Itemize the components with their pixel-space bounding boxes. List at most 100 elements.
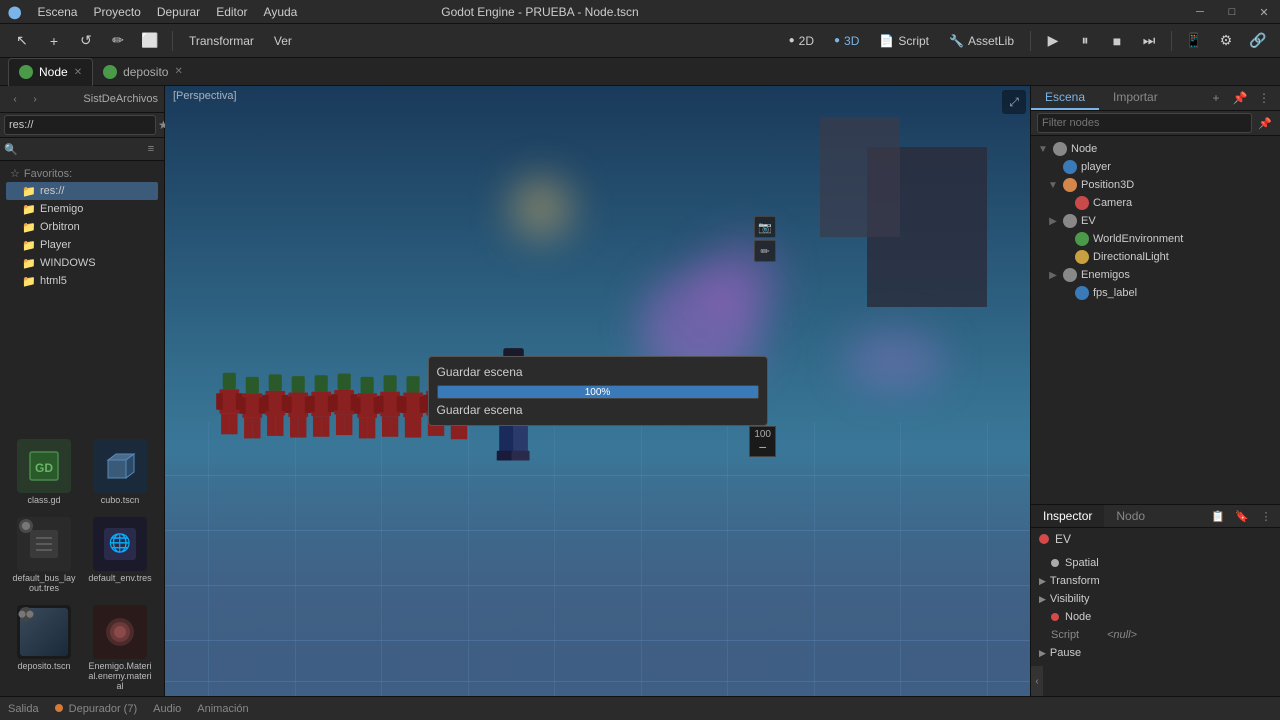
filter-pin-btn[interactable]: 📌 xyxy=(1256,114,1274,132)
mode-3d-icon: ● xyxy=(834,35,840,46)
node-dot xyxy=(1051,613,1059,621)
more-icon[interactable]: ⋮ xyxy=(1254,88,1274,108)
assetlib-btn[interactable]: 🔧 AssetLib xyxy=(941,32,1022,50)
menu-editor[interactable]: Editor xyxy=(216,5,247,19)
node-icon xyxy=(1063,160,1077,174)
file-item-enemigo-mat[interactable]: Enemigo.Material.enemy.material xyxy=(84,601,156,695)
tab-node-close[interactable]: ✕ xyxy=(74,67,82,78)
insp-menu-btn[interactable]: ⋮ xyxy=(1256,506,1276,526)
tree-item-orbitron[interactable]: 📁 Orbitron xyxy=(6,218,158,236)
script-btn[interactable]: 📄 Script xyxy=(871,32,937,50)
zoom-minus[interactable]: − xyxy=(759,440,767,454)
file-item-cubo[interactable]: cubo.tscn xyxy=(84,435,156,509)
viewport-fullscreen-btn[interactable]: ⤢ xyxy=(1002,90,1026,114)
file-item-default-env[interactable]: 🌐 default_env.tres xyxy=(84,513,156,597)
left-panel: ‹ › SistDeArchivos ★ 🔍 ≡ ☆ Favoritos: 📁 … xyxy=(0,86,165,696)
tool-select[interactable]: ⬜ xyxy=(136,27,164,55)
path-bar: ★ xyxy=(0,113,164,138)
file-item-default-bus[interactable]: ⬤ default_bus_layout.tres xyxy=(8,513,80,597)
menu-ayuda[interactable]: Ayuda xyxy=(264,5,298,19)
tab-deposito-close[interactable]: ✕ xyxy=(174,66,182,77)
script-label: Script xyxy=(898,34,929,48)
menu-depurar[interactable]: Depurar xyxy=(157,5,200,19)
tree-item-player[interactable]: 📁 Player xyxy=(6,236,158,254)
insp-tab-inspector[interactable]: Inspector xyxy=(1031,505,1104,527)
tree-item-res[interactable]: 📁 res:// xyxy=(6,182,158,200)
play-btn[interactable]: ▶ xyxy=(1039,27,1067,55)
status-animation[interactable]: Animación xyxy=(197,703,248,715)
filter-nodes-input[interactable] xyxy=(1037,113,1252,133)
expand-arrow: ▶ xyxy=(1047,270,1059,281)
tool-add[interactable]: + xyxy=(40,27,68,55)
mode-3d-btn[interactable]: ● 3D xyxy=(826,32,867,50)
deploy-btn[interactable]: 📱 xyxy=(1180,27,1208,55)
file-grid: GD class.gd cubo.tscn ⬤ default_ xyxy=(4,431,160,697)
close-btn[interactable]: ✕ xyxy=(1248,0,1280,24)
scene-node-worldenv[interactable]: WorldEnvironment xyxy=(1031,230,1280,248)
step-btn[interactable]: ⏭ xyxy=(1135,27,1163,55)
debug2-btn[interactable]: 🔗 xyxy=(1244,27,1272,55)
nav-back-btn[interactable]: ‹ xyxy=(6,90,24,108)
pen-tool-btn[interactable]: ✏ xyxy=(754,240,776,262)
transform-btn[interactable]: Transformar xyxy=(181,32,262,50)
scene-node-player[interactable]: player xyxy=(1031,158,1280,176)
expand-arrow: ▼ xyxy=(1047,180,1059,191)
insp-section-visibility[interactable]: ▶ Visibility xyxy=(1031,590,1280,608)
panel-collapse-btn[interactable]: ‹ xyxy=(1031,666,1043,696)
viewport-3d[interactable]: [Perspectiva] ⤢ 📷 ✏ 100 − Guardar escena xyxy=(165,86,1030,696)
settings-btn[interactable]: ⚙ xyxy=(1212,27,1240,55)
plus-icon[interactable]: + xyxy=(1206,88,1226,108)
favorites-label[interactable]: ☆ Favoritos: xyxy=(6,165,158,182)
tab-importar[interactable]: Importar xyxy=(1099,86,1172,110)
scene-node-enemigos[interactable]: ▶ Enemigos xyxy=(1031,266,1280,284)
folder-icon: 📁 xyxy=(22,202,36,216)
scene-node-fpslabel[interactable]: fps_label xyxy=(1031,284,1280,302)
tree-item-html5[interactable]: 📁 html5 xyxy=(6,272,158,290)
insp-history-btn[interactable]: 📋 xyxy=(1208,506,1228,526)
viewport-area: [Perspectiva] ⤢ 📷 ✏ 100 − Guardar escena xyxy=(165,86,1030,696)
insp-section-transform[interactable]: ▶ Transform xyxy=(1031,572,1280,590)
scene-node-node[interactable]: ▼ Node xyxy=(1031,140,1280,158)
scene-node-dirlight[interactable]: DirectionalLight xyxy=(1031,248,1280,266)
menu-escena[interactable]: Escena xyxy=(37,5,77,19)
pause-btn[interactable]: ⏸ xyxy=(1071,27,1099,55)
filter-btn[interactable]: ≡ xyxy=(142,140,160,158)
spatial-label: Spatial xyxy=(1065,557,1099,569)
tool-rotate[interactable]: ↺ xyxy=(72,27,100,55)
status-debug[interactable]: Depurador (7) xyxy=(55,703,138,715)
tool-arrow[interactable]: ↖ xyxy=(8,27,36,55)
maximize-btn[interactable]: □ xyxy=(1216,0,1248,24)
node-icon xyxy=(1075,250,1089,264)
camera-icon[interactable]: 📷 xyxy=(754,216,776,238)
mode-2d-btn[interactable]: ● 2D xyxy=(781,32,822,50)
view-btn[interactable]: Ver xyxy=(266,32,300,50)
tree-item-enemigo[interactable]: 📁 Enemigo xyxy=(6,200,158,218)
insp-tab-node[interactable]: Nodo xyxy=(1104,505,1157,527)
path-input[interactable] xyxy=(4,115,156,135)
insp-bookmark-btn[interactable]: 🔖 xyxy=(1232,506,1252,526)
file-item-deposito[interactable]: ⬤⬤ deposito.tscn xyxy=(8,601,80,695)
scene-node-ev[interactable]: ▶ EV xyxy=(1031,212,1280,230)
overlay-icon: ⬤ xyxy=(19,519,33,533)
tab-node[interactable]: Node ✕ xyxy=(8,58,93,86)
tool-pen[interactable]: ✏ xyxy=(104,27,132,55)
minimize-btn[interactable]: ─ xyxy=(1184,0,1216,24)
status-output[interactable]: Salida xyxy=(8,703,39,715)
scene-node-position3d[interactable]: ▼ Position3D xyxy=(1031,176,1280,194)
menu-proyecto[interactable]: Proyecto xyxy=(93,5,140,19)
tab-deposito[interactable]: deposito ✕ xyxy=(93,58,193,86)
tree-item-windows[interactable]: 📁 WINDOWS xyxy=(6,254,158,272)
tree-item-label: html5 xyxy=(40,275,67,287)
pin-icon[interactable]: 📌 xyxy=(1230,88,1250,108)
tab-escena[interactable]: Escena xyxy=(1031,86,1099,110)
scene-node-camera[interactable]: Camera xyxy=(1031,194,1280,212)
insp-section-pause[interactable]: ▶ Pause xyxy=(1031,644,1280,662)
building-2 xyxy=(820,117,900,237)
node-label: Camera xyxy=(1093,197,1132,209)
file-item-class[interactable]: GD class.gd xyxy=(8,435,80,509)
nav-forward-btn[interactable]: › xyxy=(26,90,44,108)
stop-btn[interactable]: ■ xyxy=(1103,27,1131,55)
folder-icon: 📁 xyxy=(22,238,36,252)
status-audio[interactable]: Audio xyxy=(153,703,181,715)
inspector-node-name: EV xyxy=(1031,528,1280,550)
